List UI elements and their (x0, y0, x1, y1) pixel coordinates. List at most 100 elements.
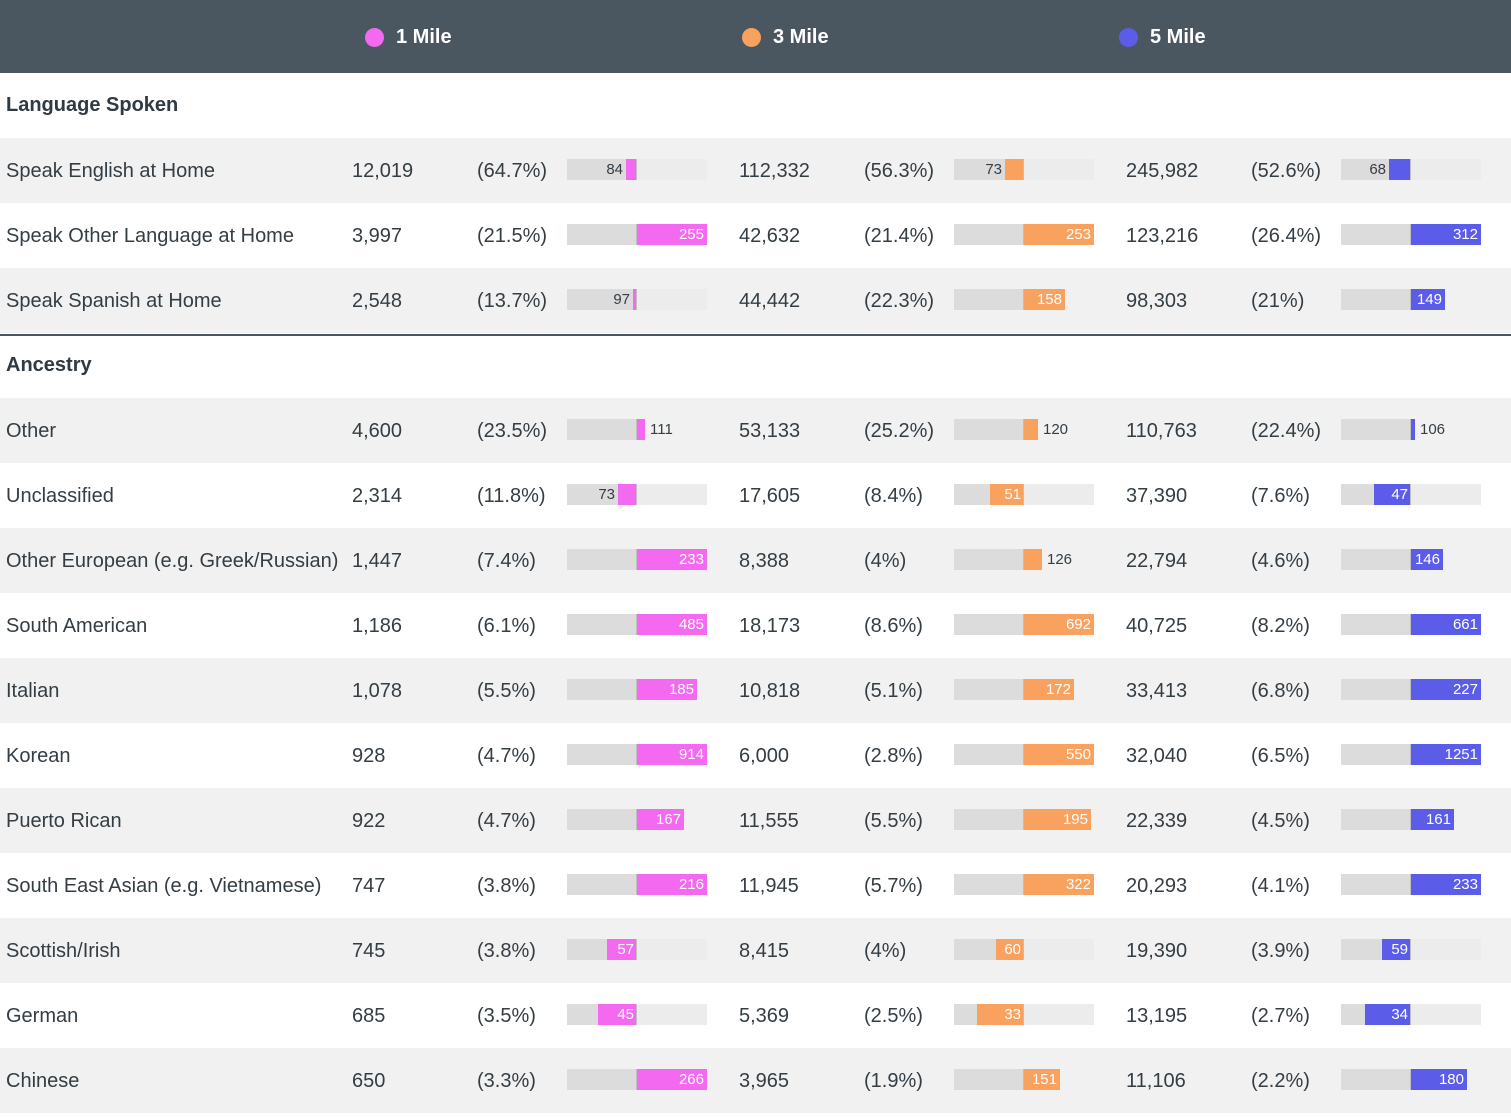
index-bar-axis (1410, 809, 1411, 830)
index-bar-below-track (954, 744, 1024, 765)
percent-cell: (21%) (1251, 290, 1305, 312)
percent-cell: (4.7%) (477, 810, 536, 832)
row-label: Korean (6, 745, 71, 767)
count-cell: 11,106 (1126, 1070, 1186, 1092)
index-bar-above-track (1411, 939, 1481, 960)
section-divider (0, 334, 1511, 336)
percent-cell: (64.7%) (477, 160, 548, 182)
count-cell: 3,997 (352, 225, 403, 247)
index-bar-axis (636, 614, 637, 635)
percent-cell: (8.4%) (864, 485, 923, 507)
section-header-row: Ancestry (0, 333, 1511, 398)
index-bar-below-track (567, 549, 637, 570)
percent-cell: (22.4%) (1251, 420, 1322, 442)
count-cell: 19,390 (1126, 940, 1188, 962)
count-cell: 1,447 (352, 550, 403, 572)
count-cell: 11,555 (739, 810, 799, 832)
percent-cell: (8.2%) (1251, 615, 1310, 637)
index-bar-above-track (637, 159, 707, 180)
index-bar-above-track (1024, 484, 1094, 505)
index-bar-axis (1023, 874, 1024, 895)
index-bar-below-track (567, 419, 637, 440)
index-bar-axis (1410, 614, 1411, 635)
table-row: Speak Spanish at Home 2,548 (13.7%) 97 44,44… (0, 268, 1511, 333)
index-bar-below-track (1341, 419, 1411, 440)
index-value-label: 57 (617, 941, 634, 958)
index-bar: 233 (567, 549, 707, 570)
count-cell: 40,725 (1126, 615, 1188, 637)
count-cell: 20,293 (1126, 875, 1188, 897)
index-bar: 195 (954, 809, 1094, 830)
index-value-label: 158 (1036, 291, 1062, 308)
count-cell: 98,303 (1126, 290, 1188, 312)
index-bar: 485 (567, 614, 707, 635)
index-value-label: 120 (1043, 421, 1069, 438)
count-cell: 53,133 (739, 420, 801, 442)
index-bar: 1251 (1341, 744, 1481, 765)
index-value-label: 68 (1369, 161, 1386, 178)
percent-cell: (56.3%) (864, 160, 935, 182)
percent-cell: (2.2%) (1251, 1070, 1310, 1092)
count-cell: 13,195 (1126, 1005, 1188, 1027)
index-bar-axis (1410, 289, 1411, 310)
count-cell: 1,078 (352, 680, 403, 702)
percent-cell: (6.8%) (1251, 680, 1310, 702)
index-value-label: 253 (1065, 226, 1091, 243)
legend-1-mile: 1 Mile (365, 24, 452, 50)
index-bar-fill (1411, 419, 1415, 440)
index-bar-axis (636, 484, 637, 505)
percent-cell: (4.1%) (1251, 875, 1310, 897)
index-bar-below-track (954, 1069, 1024, 1090)
index-value-label: 97 (613, 291, 630, 308)
percent-cell: (52.6%) (1251, 160, 1322, 182)
index-bar-axis (1023, 809, 1024, 830)
table-row: Scottish/Irish 745 (3.8%) 57 8,415 (4%) 60 19,3… (0, 918, 1511, 983)
index-value-label: 111 (650, 421, 673, 438)
index-bar-below-track (954, 679, 1024, 700)
index-value-label: 216 (678, 876, 704, 893)
percent-cell: (11.8%) (477, 485, 546, 507)
index-bar-axis (636, 419, 637, 440)
index-bar: 172 (954, 679, 1094, 700)
index-bar: 149 (1341, 289, 1481, 310)
percent-cell: (4%) (864, 550, 907, 572)
index-bar-below-track (954, 874, 1024, 895)
index-bar-axis (1023, 289, 1024, 310)
index-bar-axis (636, 224, 637, 245)
table-row: Speak English at Home 12,019 (64.7%) 84 112,… (0, 138, 1511, 203)
index-bar-below-track (1341, 1069, 1411, 1090)
index-bar-axis (1410, 744, 1411, 765)
row-label: Other (6, 420, 57, 442)
index-bar: 68 (1341, 159, 1481, 180)
index-bar-below-track (567, 614, 637, 635)
index-value-label: 51 (1004, 486, 1021, 503)
percent-cell: (6.5%) (1251, 745, 1310, 767)
count-cell: 747 (352, 875, 386, 897)
index-value-label: 227 (1452, 681, 1478, 698)
percent-cell: (4.7%) (477, 745, 536, 767)
index-bar: 60 (954, 939, 1094, 960)
index-bar: 233 (1341, 874, 1481, 895)
count-cell: 37,390 (1126, 485, 1188, 507)
table-row: South East Asian (e.g. Vietnamese) 747 (3.… (0, 853, 1511, 918)
index-bar-above-track (1024, 159, 1094, 180)
count-cell: 2,548 (352, 290, 403, 312)
count-cell: 8,388 (739, 550, 790, 572)
index-bar-axis (636, 809, 637, 830)
index-value-label: 33 (1004, 1006, 1021, 1023)
index-bar-axis (1023, 419, 1024, 440)
legend-5-mile-label: 5 Mile (1150, 25, 1206, 48)
count-cell: 8,415 (739, 940, 790, 962)
index-bar-above-track (1411, 484, 1481, 505)
index-bar: 146 (1341, 549, 1481, 570)
index-bar-axis (1023, 1069, 1024, 1090)
count-cell: 11,945 (739, 875, 799, 897)
row-label: Speak English at Home (6, 160, 216, 182)
percent-cell: (4%) (864, 940, 907, 962)
index-bar: 73 (954, 159, 1094, 180)
index-value-label: 322 (1065, 876, 1091, 893)
index-bar: 914 (567, 744, 707, 765)
count-cell: 110,763 (1126, 420, 1197, 442)
percent-cell: (5.5%) (477, 680, 536, 702)
index-value-label: 172 (1045, 681, 1071, 698)
